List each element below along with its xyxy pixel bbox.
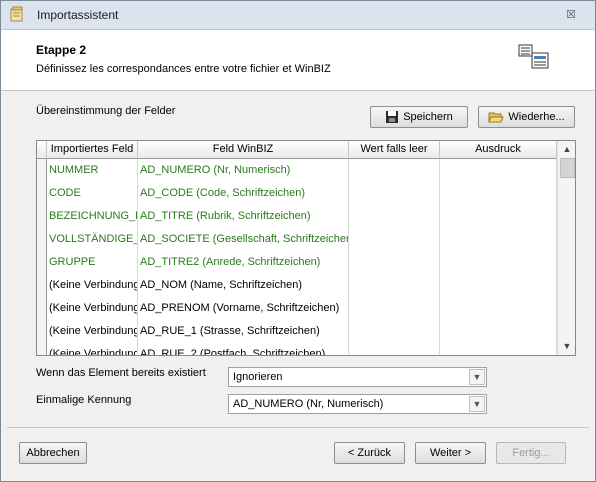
- chevron-down-icon[interactable]: ▼: [469, 396, 485, 412]
- cell-expression[interactable]: [440, 182, 557, 205]
- table-row[interactable]: (Keine Verbindung AD_RUE_2 (Postfach, Sch…: [37, 343, 557, 355]
- window-title: Importassistent: [37, 8, 119, 22]
- cell-winbiz-field[interactable]: AD_RUE_2 (Postfach, Schriftzeichen): [138, 343, 349, 355]
- close-icon[interactable]: ☒: [564, 9, 578, 21]
- table-row[interactable]: (Keine Verbindung AD_PRENOM (Vorname, Sch…: [37, 297, 557, 320]
- cell-winbiz-field[interactable]: AD_TITRE (Rubrik, Schriftzeichen): [138, 205, 349, 228]
- col-header-empty-value[interactable]: Wert falls leer: [349, 141, 440, 159]
- grid-corner: [37, 141, 47, 159]
- wizard-icon: [518, 44, 549, 69]
- cell-expression[interactable]: [440, 159, 557, 182]
- col-header-imported[interactable]: Importiertes Feld: [47, 141, 138, 159]
- cell-winbiz-field[interactable]: AD_SOCIETE (Gesellschaft, Schriftzeichen…: [138, 228, 349, 251]
- table-row[interactable]: VOLLSTÄNDIGE_ AD_SOCIETE (Gesellschaft, S…: [37, 228, 557, 251]
- step-description: Définissez les correspondances entre vot…: [36, 63, 331, 75]
- row-header[interactable]: [37, 297, 47, 320]
- chevron-down-icon[interactable]: ▼: [469, 369, 485, 385]
- open-folder-icon: [488, 112, 505, 123]
- restore-label: Wiederhe...: [508, 111, 565, 123]
- cell-empty-value[interactable]: [349, 297, 440, 320]
- cell-imported-field[interactable]: (Keine Verbindung: [47, 320, 138, 343]
- cell-winbiz-field[interactable]: AD_PRENOM (Vorname, Schriftzeichen): [138, 297, 349, 320]
- title-bar[interactable]: Importassistent ☒: [1, 1, 595, 30]
- next-button[interactable]: Weiter >: [415, 442, 486, 464]
- cell-imported-field[interactable]: (Keine Verbindung: [47, 343, 138, 355]
- cell-imported-field[interactable]: GRUPPE: [47, 251, 138, 274]
- key-select-value: AD_NUMERO (Nr, Numerisch): [233, 398, 384, 410]
- exists-label: Wenn das Element bereits existiert: [36, 367, 206, 379]
- section-label: Übereinstimmung der Felder: [36, 105, 176, 117]
- row-header[interactable]: [37, 343, 47, 355]
- scroll-up-icon[interactable]: ▲: [558, 141, 575, 158]
- cell-empty-value[interactable]: [349, 343, 440, 355]
- row-header[interactable]: [37, 251, 47, 274]
- restore-button[interactable]: Wiederhe...: [478, 106, 575, 128]
- cell-expression[interactable]: [440, 274, 557, 297]
- cell-expression[interactable]: [440, 343, 557, 355]
- save-label: Speichern: [403, 111, 453, 123]
- cell-empty-value[interactable]: [349, 274, 440, 297]
- cell-expression[interactable]: [440, 320, 557, 343]
- row-header[interactable]: [37, 320, 47, 343]
- cell-winbiz-field[interactable]: AD_RUE_1 (Strasse, Schriftzeichen): [138, 320, 349, 343]
- app-icon: [10, 6, 23, 22]
- save-button[interactable]: Speichern: [370, 106, 468, 128]
- back-label: < Zurück: [347, 447, 392, 459]
- key-label: Einmalige Kennung: [36, 394, 132, 406]
- cancel-button[interactable]: Abbrechen: [19, 442, 87, 464]
- exists-select-value: Ignorieren: [233, 371, 283, 383]
- cell-imported-field[interactable]: CODE: [47, 182, 138, 205]
- cell-empty-value[interactable]: [349, 159, 440, 182]
- field-mapping-grid[interactable]: Importiertes Feld Feld WinBIZ Wert falls…: [36, 140, 576, 356]
- cell-empty-value[interactable]: [349, 251, 440, 274]
- cell-expression[interactable]: [440, 228, 557, 251]
- table-row[interactable]: BEZEICHNUNG_K AD_TITRE (Rubrik, Schriftze…: [37, 205, 557, 228]
- cell-expression[interactable]: [440, 205, 557, 228]
- cell-imported-field[interactable]: (Keine Verbindung: [47, 297, 138, 320]
- table-row[interactable]: NUMMER AD_NUMERO (Nr, Numerisch): [37, 159, 557, 182]
- table-row[interactable]: (Keine Verbindung AD_NOM (Name, Schriftze…: [37, 274, 557, 297]
- cell-imported-field[interactable]: NUMMER: [47, 159, 138, 182]
- row-header[interactable]: [37, 159, 47, 182]
- cell-winbiz-field[interactable]: AD_CODE (Code, Schriftzeichen): [138, 182, 349, 205]
- footer-divider: [7, 427, 589, 428]
- row-header[interactable]: [37, 228, 47, 251]
- table-row[interactable]: GRUPPE AD_TITRE2 (Anrede, Schriftzeichen): [37, 251, 557, 274]
- next-label: Weiter >: [429, 447, 472, 459]
- exists-select[interactable]: Ignorieren ▼: [228, 367, 487, 387]
- row-header[interactable]: [37, 274, 47, 297]
- back-button[interactable]: < Zurück: [334, 442, 405, 464]
- col-header-winbiz[interactable]: Feld WinBIZ: [138, 141, 349, 159]
- cell-empty-value[interactable]: [349, 320, 440, 343]
- cell-empty-value[interactable]: [349, 182, 440, 205]
- cell-imported-field[interactable]: (Keine Verbindung: [47, 274, 138, 297]
- scroll-down-icon[interactable]: ▼: [558, 338, 575, 355]
- col-header-expression[interactable]: Ausdruck: [440, 141, 557, 159]
- scroll-thumb[interactable]: [560, 158, 575, 178]
- cell-empty-value[interactable]: [349, 205, 440, 228]
- cell-winbiz-field[interactable]: AD_NOM (Name, Schriftzeichen): [138, 274, 349, 297]
- cancel-label: Abbrechen: [26, 447, 80, 459]
- cell-imported-field[interactable]: BEZEICHNUNG_K: [47, 205, 138, 228]
- cell-imported-field[interactable]: VOLLSTÄNDIGE_: [47, 228, 138, 251]
- cell-expression[interactable]: [440, 297, 557, 320]
- cell-winbiz-field[interactable]: AD_NUMERO (Nr, Numerisch): [138, 159, 349, 182]
- save-disk-icon: [386, 111, 399, 123]
- table-row[interactable]: (Keine Verbindung AD_RUE_1 (Strasse, Schr…: [37, 320, 557, 343]
- cell-empty-value[interactable]: [349, 228, 440, 251]
- step-title: Etappe 2: [36, 43, 87, 57]
- key-select[interactable]: AD_NUMERO (Nr, Numerisch) ▼: [228, 394, 487, 414]
- finish-label: Fertig...: [512, 447, 550, 459]
- cell-expression[interactable]: [440, 251, 557, 274]
- finish-button: Fertig...: [496, 442, 566, 464]
- row-header[interactable]: [37, 182, 47, 205]
- wizard-header: Etappe 2 Définissez les correspondances …: [1, 30, 595, 91]
- vertical-scrollbar[interactable]: ▲ ▼: [557, 141, 575, 355]
- import-wizard-window: Importassistent ☒ Etappe 2 Définissez le…: [0, 0, 596, 482]
- cell-winbiz-field[interactable]: AD_TITRE2 (Anrede, Schriftzeichen): [138, 251, 349, 274]
- row-header[interactable]: [37, 205, 47, 228]
- table-row[interactable]: CODE AD_CODE (Code, Schriftzeichen): [37, 182, 557, 205]
